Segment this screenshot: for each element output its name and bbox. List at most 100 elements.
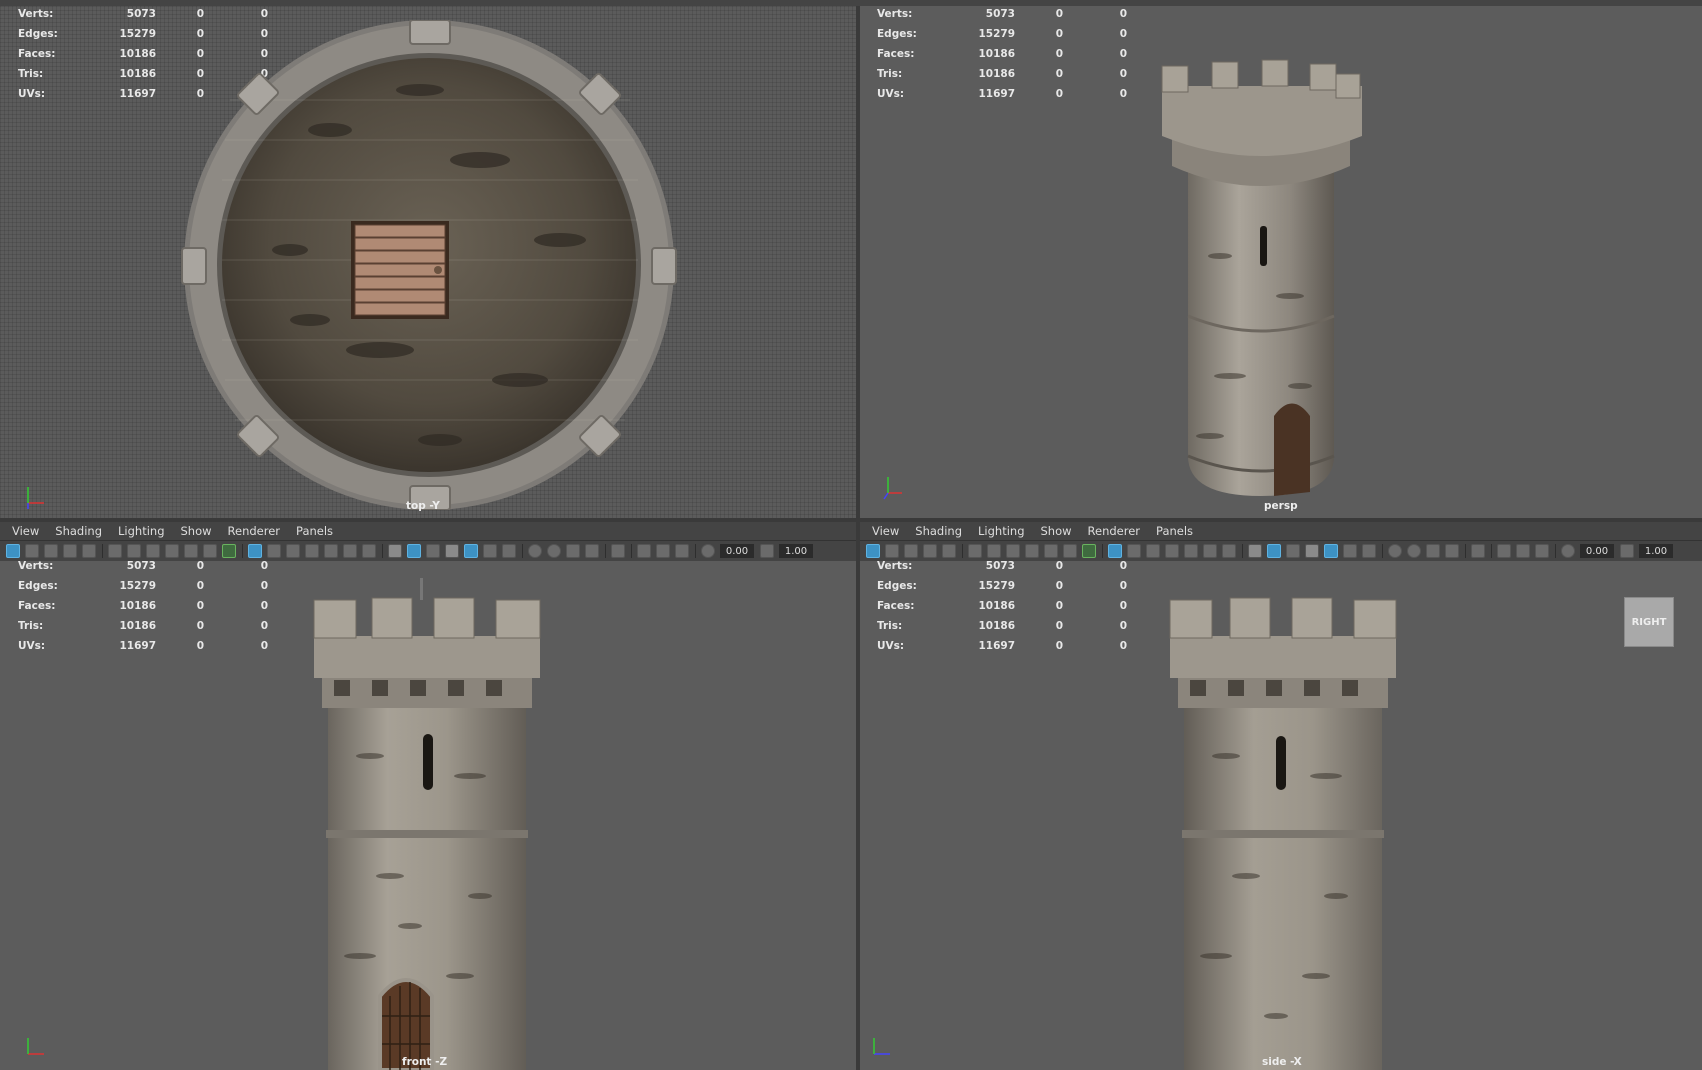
viewport-front[interactable]: View Shading Lighting Show Renderer Pane…: [0, 522, 856, 1070]
film-gate-icon[interactable]: [1127, 544, 1141, 558]
highlight-icon[interactable]: [1082, 544, 1096, 558]
safe-action-icon[interactable]: [343, 544, 357, 558]
safe-title-icon[interactable]: [362, 544, 376, 558]
gamma-field[interactable]: 1.00: [779, 544, 813, 558]
toolbar-divider: [1491, 544, 1492, 558]
camera-icon[interactable]: [987, 544, 1001, 558]
menu-view[interactable]: View: [872, 524, 899, 538]
view-cube[interactable]: RIGHT: [1624, 597, 1674, 647]
viewport-persp[interactable]: Verts: 5073 0 0 Edges: 15279 0 0 Faces: 10186 0 0…: [860, 6, 1702, 518]
grid-icon[interactable]: [1108, 544, 1122, 558]
camera-icon[interactable]: [127, 544, 141, 558]
anti-alias-icon[interactable]: [566, 544, 580, 558]
menu-renderer[interactable]: Renderer: [1088, 524, 1141, 538]
tower-side-render[interactable]: [1166, 576, 1406, 1070]
menu-renderer[interactable]: Renderer: [228, 524, 281, 538]
exposure-icon[interactable]: [701, 544, 715, 558]
grease-pencil-icon[interactable]: [108, 544, 122, 558]
menu-show[interactable]: Show: [181, 524, 212, 538]
grease-pencil-icon[interactable]: [968, 544, 982, 558]
hud-row-tris: Tris: 10186 0 0: [18, 620, 268, 640]
screen-space-ao-icon[interactable]: [1388, 544, 1402, 558]
viewport-side[interactable]: View Shading Lighting Show Renderer Pane…: [860, 522, 1702, 1070]
depth-of-field-icon[interactable]: [585, 544, 599, 558]
anti-alias-icon[interactable]: [1426, 544, 1440, 558]
menu-shading[interactable]: Shading: [55, 524, 102, 538]
menu-show[interactable]: Show: [1041, 524, 1072, 538]
snap-icon[interactable]: [1044, 544, 1058, 558]
backface-culling-icon[interactable]: [675, 544, 689, 558]
lock-camera-icon[interactable]: [146, 544, 160, 558]
tower-front-render[interactable]: [310, 576, 550, 1070]
textured-icon[interactable]: [464, 544, 478, 558]
safe-title-icon[interactable]: [1222, 544, 1236, 558]
select-camera-icon[interactable]: [6, 544, 20, 558]
menu-view[interactable]: View: [12, 524, 39, 538]
motion-blur-icon[interactable]: [1407, 544, 1421, 558]
pivot-icon[interactable]: [203, 544, 217, 558]
two-d-pan-icon[interactable]: [82, 544, 96, 558]
menu-shading[interactable]: Shading: [915, 524, 962, 538]
viewport-top[interactable]: Verts: 5073 0 0 Edges: 15279 0 0 Faces: 10186 0 0…: [0, 6, 856, 518]
select-camera-icon[interactable]: [866, 544, 880, 558]
gamma-field[interactable]: 1.00: [1639, 544, 1673, 558]
image-plane-icon[interactable]: [63, 544, 77, 558]
gate-mask-icon[interactable]: [1165, 544, 1179, 558]
shadows-icon[interactable]: [502, 544, 516, 558]
field-chart-icon[interactable]: [324, 544, 338, 558]
textured-icon[interactable]: [1324, 544, 1338, 558]
gamma-icon[interactable]: [760, 544, 774, 558]
menu-panels[interactable]: Panels: [296, 524, 333, 538]
smooth-shade-icon[interactable]: [1267, 544, 1281, 558]
gate-mask-icon[interactable]: [305, 544, 319, 558]
wireframe-icon[interactable]: [388, 544, 402, 558]
lock-camera-icon[interactable]: [1006, 544, 1020, 558]
grid-icon[interactable]: [248, 544, 262, 558]
motion-blur-icon[interactable]: [547, 544, 561, 558]
camera-attributes-icon[interactable]: [25, 544, 39, 558]
bookmark-icon[interactable]: [165, 544, 179, 558]
depth-of-field-icon[interactable]: [1445, 544, 1459, 558]
image-plane-icon[interactable]: [923, 544, 937, 558]
pivot-icon[interactable]: [1063, 544, 1077, 558]
menu-panels[interactable]: Panels: [1156, 524, 1193, 538]
tower-persp-render[interactable]: [1150, 56, 1380, 496]
exposure-field[interactable]: 0.00: [1580, 544, 1614, 558]
toolbar-divider: [1465, 544, 1466, 558]
resolution-gate-icon[interactable]: [286, 544, 300, 558]
two-d-pan-icon[interactable]: [942, 544, 956, 558]
wireframe-on-shaded-icon[interactable]: [445, 544, 459, 558]
camera-attributes-icon[interactable]: [885, 544, 899, 558]
wireframe-on-shaded-icon[interactable]: [1305, 544, 1319, 558]
screen-space-ao-icon[interactable]: [528, 544, 542, 558]
default-material-icon[interactable]: [426, 544, 440, 558]
smooth-shade-icon[interactable]: [407, 544, 421, 558]
isolate-select-icon[interactable]: [611, 544, 625, 558]
resolution-gate-icon[interactable]: [1146, 544, 1160, 558]
shadows-icon[interactable]: [1362, 544, 1376, 558]
tower-top-render[interactable]: [180, 20, 680, 510]
xray-joints-icon[interactable]: [1516, 544, 1530, 558]
safe-action-icon[interactable]: [1203, 544, 1217, 558]
exposure-field[interactable]: 0.00: [720, 544, 754, 558]
film-gate-icon[interactable]: [267, 544, 281, 558]
isolate-select-icon[interactable]: [1471, 544, 1485, 558]
xray-icon[interactable]: [1497, 544, 1511, 558]
bookmarks-icon[interactable]: [904, 544, 918, 558]
field-chart-icon[interactable]: [1184, 544, 1198, 558]
use-all-lights-icon[interactable]: [483, 544, 497, 558]
xray-icon[interactable]: [637, 544, 651, 558]
bookmarks-icon[interactable]: [44, 544, 58, 558]
backface-culling-icon[interactable]: [1535, 544, 1549, 558]
highlight-icon[interactable]: [222, 544, 236, 558]
bookmark-icon[interactable]: [1025, 544, 1039, 558]
snap-icon[interactable]: [184, 544, 198, 558]
xray-joints-icon[interactable]: [656, 544, 670, 558]
menu-lighting[interactable]: Lighting: [978, 524, 1024, 538]
menu-lighting[interactable]: Lighting: [118, 524, 164, 538]
exposure-icon[interactable]: [1561, 544, 1575, 558]
wireframe-icon[interactable]: [1248, 544, 1262, 558]
default-material-icon[interactable]: [1286, 544, 1300, 558]
use-all-lights-icon[interactable]: [1343, 544, 1357, 558]
gamma-icon[interactable]: [1620, 544, 1634, 558]
